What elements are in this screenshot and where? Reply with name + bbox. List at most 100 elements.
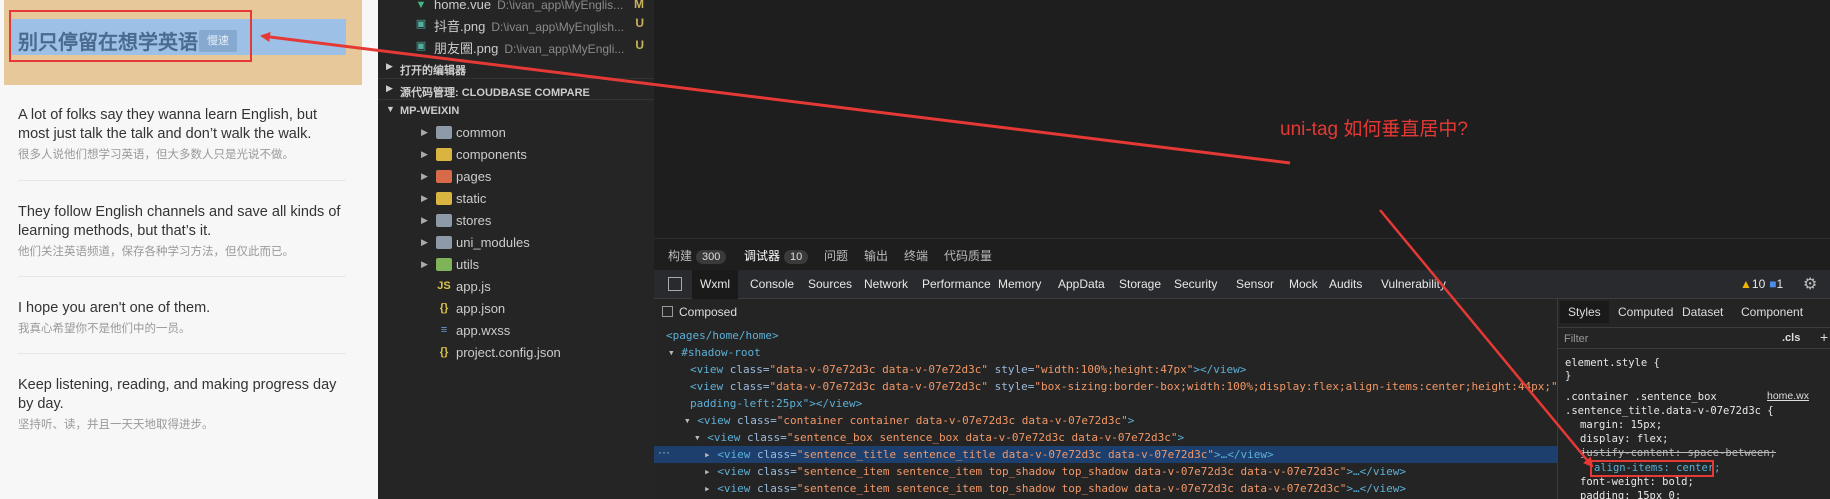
tab-code-quality[interactable]: 代码质量	[944, 247, 992, 264]
bottom-panel-tabs: 构建 300 调试器 10 问题 输出 终端 代码质量	[654, 238, 1830, 270]
count-badge: 300	[696, 250, 727, 264]
style-declaration[interactable]: padding: 15px 0;	[1580, 489, 1681, 499]
sentence-en: I hope you aren't one of them.	[18, 300, 211, 316]
issue-counter[interactable]: ▲10 ■1	[1740, 277, 1783, 291]
tab-build[interactable]: 构建 300	[668, 247, 727, 264]
devtools-tab-wxml[interactable]: Wxml	[692, 270, 738, 299]
devtools-tab-console[interactable]: Console	[750, 277, 794, 291]
info-count: 1	[1776, 277, 1784, 291]
dom-node[interactable]: ▾ <view class="container container data-…	[654, 412, 1557, 429]
style-line: }	[1565, 370, 1572, 382]
tab-terminal[interactable]: 终端	[904, 247, 928, 264]
devtools-tab-sources[interactable]: Sources	[808, 277, 852, 291]
dom-node[interactable]: ▾ #shadow-root	[654, 344, 1557, 361]
sentence-item: Keep listening, reading, and making prog…	[18, 376, 348, 433]
devtools-tab-sensor[interactable]: Sensor	[1236, 277, 1274, 291]
style-source-link[interactable]: home.wx	[1767, 390, 1809, 402]
wxss-file-icon: ≡	[440, 324, 448, 336]
file-path: D:\ivan_app\MyEnglish...	[491, 20, 625, 34]
dom-node[interactable]: <pages/home/home>	[654, 327, 1557, 344]
folder-icon	[436, 258, 452, 271]
tree-folder-utils[interactable]: ▶ utils	[378, 254, 654, 276]
devtools-tab-security[interactable]: Security	[1174, 277, 1217, 291]
gear-icon[interactable]: ⚙	[1803, 274, 1817, 294]
sentence-item: They follow English channels and save al…	[18, 203, 348, 260]
tree-folder-components[interactable]: ▶ components	[378, 144, 654, 166]
dom-node[interactable]: <view class="data-v-07e72d3c data-v-07e7…	[654, 361, 1557, 378]
js-file-icon: JS	[437, 280, 451, 292]
styles-tab-component[interactable]: Component	[1741, 305, 1803, 319]
devtools-tab-appdata[interactable]: AppData	[1058, 277, 1105, 291]
tab-output[interactable]: 输出	[864, 247, 888, 264]
open-file-row[interactable]: ▣ 朋友圈.png D:\ivan_app\MyEngli... U	[378, 35, 654, 57]
devtools-tab-mock[interactable]: Mock	[1289, 277, 1318, 291]
annotation-question: uni-tag 如何垂直居中?	[1280, 119, 1468, 140]
sentence-zh: 我真心希望你不是他们中的一员。	[18, 323, 191, 335]
style-declaration[interactable]: margin: 15px;	[1580, 418, 1662, 432]
more-icon[interactable]: ···	[658, 445, 670, 459]
style-declaration[interactable]: font-weight: bold;	[1580, 475, 1694, 489]
tab-problems[interactable]: 问题	[824, 247, 848, 264]
style-declaration-overridden[interactable]: justify-content: space-between;	[1580, 446, 1776, 460]
chevron-right-icon: ▶	[421, 215, 428, 225]
styles-tab-computed[interactable]: Computed	[1618, 305, 1673, 319]
chevron-right-icon: ▶	[421, 127, 428, 137]
cls-button[interactable]: .cls	[1782, 332, 1800, 344]
file-name: 朋友圈.png	[434, 41, 499, 56]
section-project[interactable]: ▼ MP-WEIXIN	[378, 99, 654, 121]
tree-file-app-js[interactable]: JS app.js	[378, 276, 654, 298]
tree-folder-static[interactable]: ▶ static	[378, 188, 654, 210]
editor-area[interactable]	[654, 0, 1830, 238]
devtools-tab-storage[interactable]: Storage	[1119, 277, 1161, 291]
tree-label: pages	[456, 169, 492, 184]
tree-label: uni_modules	[456, 235, 530, 250]
inspect-element-icon[interactable]	[668, 277, 682, 291]
open-file-row[interactable]: ▣ 抖音.png D:\ivan_app\MyEnglish... U	[378, 13, 654, 35]
sentence-zh: 很多人说他们想学习英语，但大多数人只是光说不做。	[18, 149, 294, 161]
chevron-right-icon: ▶	[386, 83, 393, 93]
json-file-icon: {}	[439, 302, 449, 314]
count-badge: 10	[784, 250, 809, 264]
styles-filter-input[interactable]	[1564, 331, 1734, 347]
folder-icon	[436, 214, 452, 227]
tree-file-project-config[interactable]: {} project.config.json	[378, 342, 654, 364]
dom-node-selected[interactable]: ▸ <view class="sentence_title sentence_t…	[654, 446, 1557, 463]
tree-folder-common[interactable]: ▶ common	[378, 122, 654, 144]
file-name: home.vue	[434, 0, 492, 12]
composed-checkbox[interactable]: Composed	[662, 305, 737, 319]
tab-label: 调试器	[744, 249, 781, 263]
styles-filter-bar: .cls +	[1558, 327, 1830, 349]
dom-node[interactable]: ▸ <view class="sentence_item sentence_it…	[654, 463, 1557, 480]
devtools-tab-audits[interactable]: Audits	[1329, 277, 1362, 291]
add-rule-button[interactable]: +	[1820, 329, 1828, 345]
styles-tab-styles[interactable]: Styles	[1560, 301, 1609, 323]
tree-folder-pages[interactable]: ▶ pages	[378, 166, 654, 188]
devtools-tab-network[interactable]: Network	[864, 277, 908, 291]
dom-node[interactable]: <view class="data-v-07e72d3c data-v-07e7…	[654, 378, 1557, 395]
dom-node[interactable]: ▾ <view class="sentence_box sentence_box…	[654, 429, 1557, 446]
tree-folder-stores[interactable]: ▶ stores	[378, 210, 654, 232]
vue-icon: ▼	[415, 0, 427, 11]
image-icon: ▣	[415, 18, 427, 30]
dom-node[interactable]: ▸ <view class="sentence_item sentence_it…	[654, 480, 1557, 497]
sentence-en: They follow English channels and save al…	[18, 204, 341, 239]
dom-node[interactable]: padding-left:25px"></view>	[654, 395, 1557, 412]
wxml-tree-panel: Composed <pages/home/home> ▾ #shadow-root…	[654, 299, 1557, 499]
section-open-editors[interactable]: ▶ 打开的编辑器	[378, 57, 654, 79]
devtools-tab-performance[interactable]: Performance	[922, 277, 991, 291]
style-declaration[interactable]: display: flex;	[1580, 432, 1669, 446]
tree-file-app-wxss[interactable]: ≡ app.wxss	[378, 320, 654, 342]
styles-tab-dataset[interactable]: Dataset	[1682, 305, 1723, 319]
style-selector: .container .sentence_box	[1565, 391, 1717, 403]
tree-label: static	[456, 191, 487, 206]
devtools-tab-memory[interactable]: Memory	[998, 277, 1041, 291]
tree-folder-uni-modules[interactable]: ▶ uni_modules	[378, 232, 654, 254]
tree-file-app-json[interactable]: {} app.json	[378, 298, 654, 320]
devtools-toolbar: Wxml Console Sources Network Performance…	[654, 270, 1830, 299]
checkbox-icon	[662, 306, 673, 317]
file-path: D:\ivan_app\MyEngli...	[504, 42, 625, 56]
tab-label: 问题	[824, 249, 849, 263]
devtools-tab-vulnerability[interactable]: Vulnerability	[1381, 277, 1446, 291]
section-source-control[interactable]: ▶ 源代码管理: CLOUDBASE COMPARE	[378, 78, 654, 100]
tab-debugger[interactable]: 调试器 10	[744, 247, 809, 264]
